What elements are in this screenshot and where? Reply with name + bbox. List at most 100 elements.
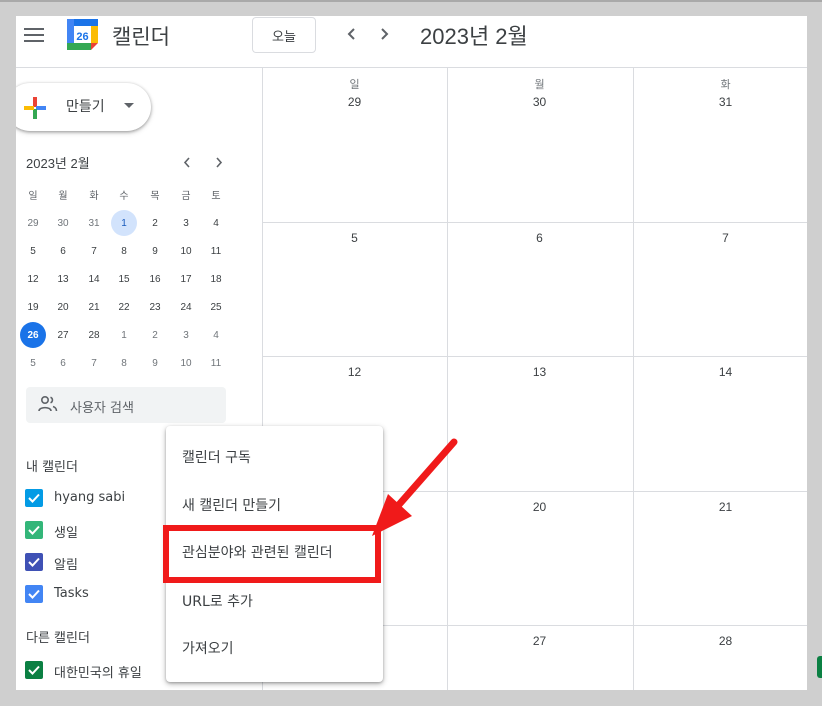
mini-weekday: 목 xyxy=(150,190,160,202)
mini-day-cell[interactable]: 7 xyxy=(81,350,107,376)
month-day-number[interactable]: 6 xyxy=(447,231,632,245)
mini-day-cell[interactable]: 9 xyxy=(142,350,168,376)
mini-day-cell[interactable]: 10 xyxy=(173,350,199,376)
mini-day-cell[interactable]: 6 xyxy=(50,350,76,376)
create-label: 만들기 xyxy=(66,99,105,115)
month-day-number[interactable]: 13 xyxy=(447,365,632,379)
month-day-number[interactable]: 27 xyxy=(447,634,632,648)
menu-item-from-url[interactable]: URL로 추가 xyxy=(166,581,383,621)
current-month-title: 2023년 2월 xyxy=(420,24,528,49)
checkbox-checked-icon[interactable] xyxy=(25,521,43,539)
checkbox-checked-icon[interactable] xyxy=(25,489,43,507)
month-day-number[interactable]: 31 xyxy=(633,95,807,109)
mini-day-cell[interactable]: 1 xyxy=(111,322,137,348)
mini-day-cell[interactable]: 14 xyxy=(81,266,107,292)
mini-day-cell[interactable]: 13 xyxy=(50,266,76,292)
mini-weekday: 토 xyxy=(211,190,221,202)
mini-day-cell[interactable]: 12 xyxy=(20,266,46,292)
mini-day-cell[interactable]: 8 xyxy=(111,350,137,376)
month-day-number[interactable]: 20 xyxy=(447,500,632,514)
mini-day-cell[interactable]: 20 xyxy=(50,294,76,320)
weekday-header: 월 xyxy=(534,78,545,91)
other-calendars-title[interactable]: 다른 캘린더 xyxy=(26,627,90,646)
month-day-number[interactable]: 14 xyxy=(633,365,807,379)
mini-day-cell[interactable]: 23 xyxy=(142,294,168,320)
mini-prev-button[interactable] xyxy=(179,154,195,170)
mini-day-cell[interactable]: 1 xyxy=(111,210,137,236)
logo-date: 26 xyxy=(76,31,88,43)
mini-day-cell[interactable]: 2 xyxy=(142,210,168,236)
month-day-number[interactable]: 7 xyxy=(633,231,807,245)
mini-day-cell[interactable]: 28 xyxy=(81,322,107,348)
grid-row-line xyxy=(262,356,807,357)
grid-row-line xyxy=(262,222,807,223)
highlight-box xyxy=(163,525,381,583)
mini-day-cell[interactable]: 29 xyxy=(20,210,46,236)
calendar-list-label: Tasks xyxy=(54,586,89,601)
mini-day-cell[interactable]: 3 xyxy=(173,210,199,236)
checkbox-checked-icon[interactable] xyxy=(25,585,43,603)
mini-day-cell[interactable]: 4 xyxy=(203,322,229,348)
mini-day-cell[interactable]: 11 xyxy=(203,350,229,376)
month-day-number[interactable]: 29 xyxy=(262,95,447,109)
app-title: 캘린더 xyxy=(112,25,170,49)
mini-next-button[interactable] xyxy=(210,154,226,170)
edge-marker xyxy=(817,656,822,678)
mini-day-cell[interactable]: 7 xyxy=(81,238,107,264)
mini-day-cell[interactable]: 5 xyxy=(20,350,46,376)
month-day-number[interactable]: 12 xyxy=(262,365,447,379)
mini-day-cell[interactable]: 6 xyxy=(50,238,76,264)
menu-item-subscribe[interactable]: 캘린더 구독 xyxy=(166,437,383,477)
weekday-header: 일 xyxy=(349,78,360,91)
my-calendars-title[interactable]: 내 캘린더 xyxy=(26,456,78,475)
mini-weekday: 수 xyxy=(119,190,129,202)
next-month-button[interactable] xyxy=(374,22,394,46)
mini-weekday: 월 xyxy=(58,190,68,202)
weekday-header: 화 xyxy=(720,78,731,91)
mini-day-cell[interactable]: 18 xyxy=(203,266,229,292)
mini-day-cell[interactable]: 19 xyxy=(20,294,46,320)
mini-day-cell[interactable]: 27 xyxy=(50,322,76,348)
prev-month-button[interactable] xyxy=(342,22,362,46)
red-arrow-icon xyxy=(372,438,458,536)
plus-icon xyxy=(24,97,46,119)
create-button[interactable]: 만들기 xyxy=(16,83,151,131)
mini-day-cell[interactable]: 10 xyxy=(173,238,199,264)
mini-day-cell[interactable]: 5 xyxy=(20,238,46,264)
mini-day-cell[interactable]: 22 xyxy=(111,294,137,320)
chevron-right-icon xyxy=(215,156,222,168)
mini-day-cell[interactable]: 31 xyxy=(81,210,107,236)
mini-weekday: 화 xyxy=(89,190,99,202)
month-day-number[interactable]: 5 xyxy=(262,231,447,245)
calendar-list-label: 알림 xyxy=(54,558,78,573)
mini-day-cell[interactable]: 16 xyxy=(142,266,168,292)
mini-day-cell[interactable]: 11 xyxy=(203,238,229,264)
main-menu-icon[interactable] xyxy=(24,28,44,42)
mini-day-cell[interactable]: 15 xyxy=(111,266,137,292)
mini-weekday: 금 xyxy=(181,190,191,202)
mini-day-cell[interactable]: 9 xyxy=(142,238,168,264)
menu-item-import[interactable]: 가져오기 xyxy=(166,628,383,668)
mini-day-cell[interactable]: 2 xyxy=(142,322,168,348)
menu-item-create-new[interactable]: 새 캘린더 만들기 xyxy=(166,485,383,525)
checkbox-checked-icon[interactable] xyxy=(25,661,43,679)
mini-day-cell[interactable]: 25 xyxy=(203,294,229,320)
mini-day-cell[interactable]: 3 xyxy=(173,322,199,348)
mini-day-cell[interactable]: 30 xyxy=(50,210,76,236)
chevron-left-icon xyxy=(347,28,355,40)
mini-day-cell[interactable]: 24 xyxy=(173,294,199,320)
month-day-number[interactable]: 30 xyxy=(447,95,632,109)
calendar-list-label: hyang sabi xyxy=(54,490,126,505)
checkbox-checked-icon[interactable] xyxy=(25,553,43,571)
today-button[interactable]: 오늘 xyxy=(252,17,316,53)
month-day-number[interactable]: 21 xyxy=(633,500,807,514)
month-day-number[interactable]: 28 xyxy=(633,634,807,648)
chevron-right-icon xyxy=(381,28,389,40)
mini-day-cell[interactable]: 17 xyxy=(173,266,199,292)
mini-day-cell[interactable]: 4 xyxy=(203,210,229,236)
chevron-left-icon xyxy=(183,156,190,168)
mini-day-cell[interactable]: 26 xyxy=(20,322,46,348)
mini-day-cell[interactable]: 8 xyxy=(111,238,137,264)
people-search-input[interactable]: 사용자 검색 xyxy=(26,387,226,423)
mini-day-cell[interactable]: 21 xyxy=(81,294,107,320)
